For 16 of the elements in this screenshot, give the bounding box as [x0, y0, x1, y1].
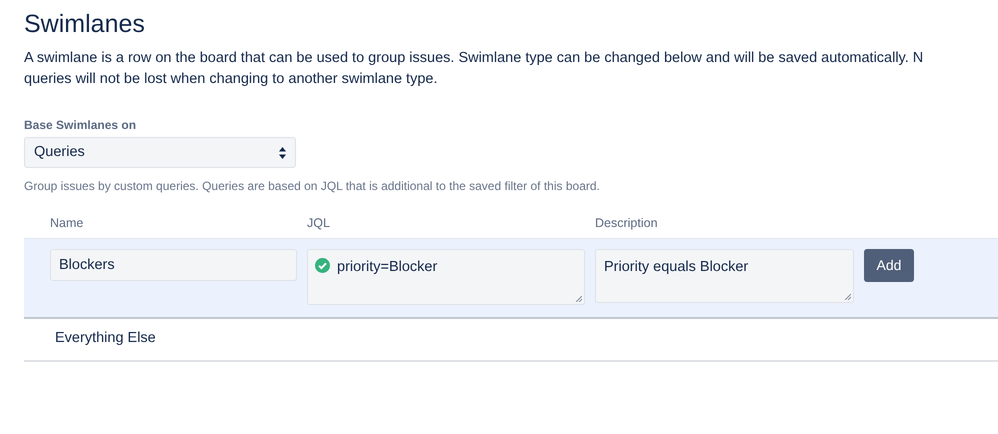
description-field[interactable]: Priority equals Blocker [595, 248, 854, 303]
column-header: Name [50, 216, 84, 230]
sort-arrows-icon [279, 146, 286, 158]
resize-handle-icon[interactable] [844, 292, 851, 300]
help-text: Group issues by custom queries. Queries are based on JQL that is additional to the saved filter of this board. [24, 178, 600, 195]
add-button[interactable]: Add [864, 248, 914, 282]
column-header: JQL [307, 216, 330, 230]
description-text: A swimlane is a row on the board that can be used to group issues. Swimlane type can be changed below and will be saved automatically. N queries will not be lost when changing to another swimlane type. [24, 49, 924, 89]
swimlane-type-select[interactable]: Queries [24, 137, 296, 168]
field-label: Base Swimlanes on [24, 117, 136, 134]
swimlane-name: Everything Else [55, 329, 156, 348]
page-title: Swimlanes [24, 9, 146, 40]
column-header: Description [595, 216, 658, 230]
jql-field[interactable]: priority=Blocker [307, 248, 585, 305]
resize-handle-icon[interactable] [575, 294, 582, 302]
name-field[interactable]: Blockers [50, 248, 297, 281]
